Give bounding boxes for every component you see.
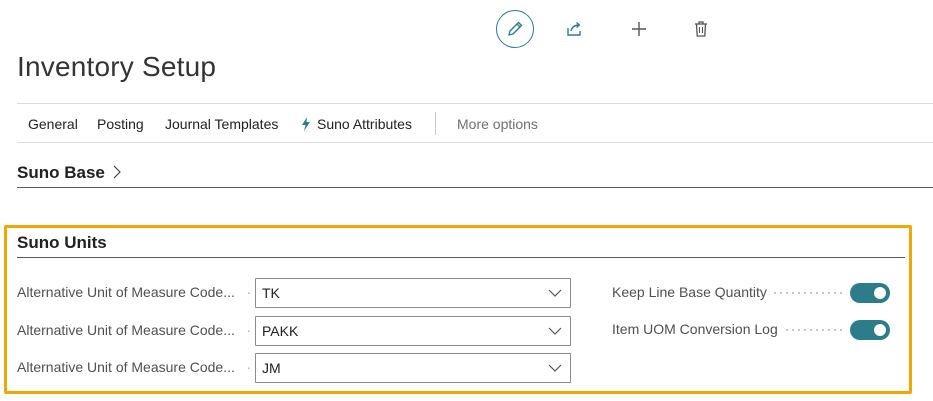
plus-icon: [632, 22, 646, 36]
leader-dots: [772, 292, 844, 294]
section-suno-base-header[interactable]: Suno Base: [17, 163, 933, 188]
more-options-button[interactable]: More options: [457, 104, 538, 142]
chevron-down-icon: [548, 364, 562, 372]
share-icon: [567, 21, 581, 36]
toggle-knob: [874, 324, 886, 336]
chevron-right-icon: [113, 165, 121, 179]
chevron-down-icon: [548, 327, 562, 335]
share-button[interactable]: [556, 10, 594, 48]
alt-uom-select-1-value: TK: [262, 285, 280, 301]
alt-uom-select-1[interactable]: TK: [255, 278, 571, 308]
alt-uom-select-2[interactable]: PAKK: [255, 316, 571, 346]
keep-line-base-quantity-label: Keep Line Base Quantity: [612, 284, 767, 300]
item-uom-conversion-log-row: Item UOM Conversion Log: [612, 318, 892, 342]
keep-line-base-quantity-row: Keep Line Base Quantity: [612, 281, 892, 305]
delete-button[interactable]: [682, 10, 720, 48]
new-button[interactable]: [620, 10, 658, 48]
menu-item-journal-templates[interactable]: Journal Templates: [165, 104, 278, 142]
menu-item-general[interactable]: General: [28, 104, 78, 142]
edit-button[interactable]: [496, 10, 534, 48]
item-uom-conversion-log-label: Item UOM Conversion Log: [612, 321, 778, 337]
lightning-icon: [302, 117, 310, 131]
section-suno-units-title: Suno Units: [17, 233, 107, 252]
pencil-icon: [508, 21, 523, 36]
alt-uom-select-3[interactable]: JM: [255, 353, 571, 383]
page-title: Inventory Setup: [17, 51, 217, 82]
section-suno-units-header[interactable]: Suno Units: [17, 233, 905, 258]
menu-item-posting[interactable]: Posting: [97, 104, 144, 142]
menu-item-suno-attributes-label: Suno Attributes: [317, 116, 412, 132]
action-menu-bar: General Posting Journal Templates Suno A…: [17, 103, 933, 143]
item-uom-conversion-log-toggle[interactable]: [850, 320, 890, 340]
alt-uom-field-1-label: Alternative Unit of Measure Code... ·: [17, 284, 253, 300]
menu-separator: [435, 112, 436, 135]
chevron-down-icon: [548, 289, 562, 297]
menu-item-suno-attributes[interactable]: Suno Attributes: [301, 104, 412, 142]
leader-dots: [784, 329, 844, 331]
alt-uom-select-2-value: PAKK: [262, 323, 299, 339]
keep-line-base-quantity-toggle[interactable]: [850, 283, 890, 303]
alt-uom-field-3-label: Alternative Unit of Measure Code... ·: [17, 359, 253, 375]
alt-uom-select-3-value: JM: [262, 360, 281, 376]
section-suno-base-title: Suno Base: [17, 163, 105, 182]
page: Inventory Setup General Posting Journal …: [0, 0, 933, 401]
toggle-knob: [874, 287, 886, 299]
alt-uom-field-2-label: Alternative Unit of Measure Code... ·: [17, 322, 253, 338]
trash-icon: [695, 21, 707, 37]
